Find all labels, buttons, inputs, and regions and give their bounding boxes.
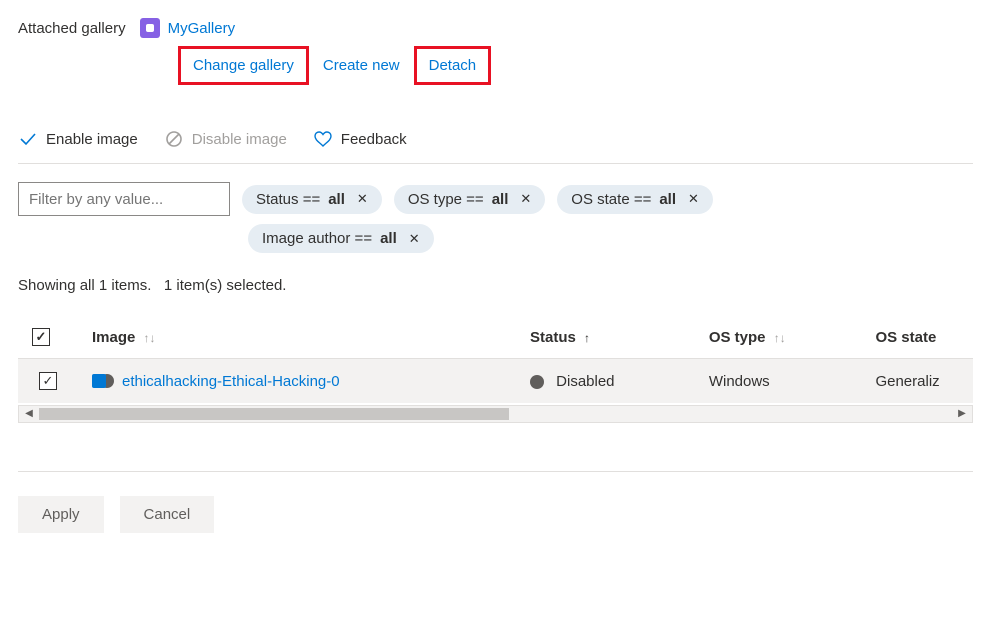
sort-asc-icon: ↑	[584, 331, 590, 345]
close-icon[interactable]: ✕	[405, 231, 420, 247]
check-icon	[18, 129, 38, 149]
col-status[interactable]: Status ↑	[516, 316, 695, 359]
ban-icon	[164, 129, 184, 149]
detach-button[interactable]: Detach	[429, 57, 477, 74]
filter-status-label: Status ==	[256, 191, 320, 208]
filter-input[interactable]	[18, 182, 230, 216]
sort-icon: ↑↓	[144, 331, 156, 345]
disable-image-button: Disable image	[164, 129, 287, 149]
filter-ostype-value: all	[492, 191, 509, 208]
gallery-name-link[interactable]: MyGallery	[168, 20, 236, 37]
filter-pill-author[interactable]: Image author == all ✕	[248, 224, 434, 253]
row-status: Disabled	[556, 373, 614, 390]
select-all-checkbox[interactable]	[32, 328, 50, 346]
row-checkbox[interactable]	[39, 372, 57, 390]
change-gallery-button[interactable]: Change gallery	[193, 57, 294, 74]
col-osstate[interactable]: OS state	[861, 316, 973, 359]
filter-osstate-label: OS state ==	[571, 191, 651, 208]
col-image[interactable]: Image ↑↓	[78, 316, 516, 359]
create-new-button[interactable]: Create new	[319, 49, 404, 82]
feedback-button[interactable]: Feedback	[313, 129, 407, 149]
close-icon[interactable]: ✕	[516, 191, 531, 207]
scroll-right-icon[interactable]: ▶	[954, 408, 970, 419]
row-ostype: Windows	[695, 359, 862, 404]
close-icon[interactable]: ✕	[684, 191, 699, 207]
row-osstate: Generaliz	[861, 359, 973, 404]
image-icon	[92, 371, 112, 391]
col-status-label: Status	[530, 329, 576, 346]
filter-osstate-value: all	[659, 191, 676, 208]
highlight-change-gallery: Change gallery	[178, 46, 309, 85]
filter-status-value: all	[328, 191, 345, 208]
enable-image-button[interactable]: Enable image	[18, 129, 138, 149]
highlight-detach: Detach	[414, 46, 492, 85]
horizontal-scrollbar[interactable]: ◀ ▶	[18, 405, 973, 423]
filter-pill-osstate[interactable]: OS state == all ✕	[557, 185, 713, 214]
filter-author-value: all	[380, 230, 397, 247]
close-icon[interactable]: ✕	[353, 191, 368, 207]
enable-image-label: Enable image	[46, 131, 138, 148]
col-ostype[interactable]: OS type ↑↓	[695, 316, 862, 359]
heart-icon	[313, 129, 333, 149]
filter-ostype-label: OS type ==	[408, 191, 484, 208]
col-osstate-label: OS state	[875, 329, 936, 346]
image-name-link[interactable]: ethicalhacking-Ethical-Hacking-0	[122, 373, 340, 390]
showing-count: Showing all 1 items.	[18, 277, 151, 294]
sort-icon: ↑↓	[774, 331, 786, 345]
feedback-label: Feedback	[341, 131, 407, 148]
attached-gallery-label: Attached gallery	[18, 20, 126, 37]
status-dot-icon	[530, 375, 544, 389]
cancel-button[interactable]: Cancel	[120, 496, 215, 533]
scroll-left-icon[interactable]: ◀	[21, 408, 37, 419]
col-ostype-label: OS type	[709, 329, 766, 346]
table-row[interactable]: ethicalhacking-Ethical-Hacking-0 Disable…	[18, 359, 973, 404]
selected-count: 1 item(s) selected.	[164, 277, 287, 294]
filter-pill-status[interactable]: Status == all ✕	[242, 185, 382, 214]
apply-button[interactable]: Apply	[18, 496, 104, 533]
disable-image-label: Disable image	[192, 131, 287, 148]
scrollbar-thumb[interactable]	[39, 408, 509, 420]
filter-pill-ostype[interactable]: OS type == all ✕	[394, 185, 545, 214]
gallery-icon	[140, 18, 160, 38]
col-image-label: Image	[92, 329, 135, 346]
filter-author-label: Image author ==	[262, 230, 372, 247]
